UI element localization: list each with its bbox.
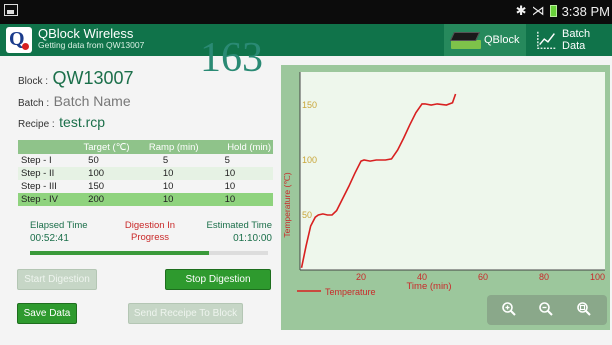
temperature-chart-panel: 50 100 150 20 40 60 80 100 Time (min) Temperat… [281,65,610,330]
recipe-value: test.rcp [59,114,106,130]
table-row: Step - I 50 5 5 [18,154,273,167]
step-hold: 10 [208,193,273,206]
step-name: Step - IV [18,193,75,206]
step-target: 200 [74,193,139,206]
bluetooth-icon: ✱ [515,3,527,18]
x-tick-label: 60 [478,272,488,282]
status-icons: ✱ ⋊ 3:38 PM [516,3,610,19]
digestion-progress-bar [30,251,268,255]
step-hold: 10 [224,181,236,192]
stop-digestion-button[interactable]: Stop Digestion [165,269,271,290]
temperature-chart[interactable]: 50100150 20 40 60 80 100 Time (min) Temperat… [281,65,610,330]
y-axis-label: Temperature (℃) [282,172,292,237]
step-target: 50 [88,155,99,166]
tab-qblock-label: QBlock [484,34,520,46]
recipe-steps-table: Target (℃) Ramp (min) Hold (min) Step - … [18,140,273,206]
digestion-progress-fill [30,251,209,255]
estimated-time-label: Estimated Time [206,220,272,231]
qblock-logo-icon: Q [6,27,32,53]
step-hold: 5 [224,155,230,166]
table-row-active: Step - IV 200 10 10 [18,193,273,206]
y-tick-label: 50 [302,210,312,220]
y-tick-label: 150 [302,100,317,110]
save-data-button[interactable]: Save Data [17,303,77,324]
signal-icon: ⋊ [531,3,545,18]
zoom-reset-button[interactable] [572,297,596,321]
step-hold: 10 [208,167,273,180]
start-digestion-button[interactable]: Start Digestion [17,269,97,290]
elapsed-time-value: 00:52:41 [30,233,69,244]
zoom-reset-icon [577,302,591,316]
qblock-device-icon [449,30,482,50]
current-temperature-readout: 163 [200,35,263,81]
step-name: Step - III [21,181,57,192]
table-row: Step - II 100 10 10 [18,167,273,180]
zoom-out-button[interactable] [534,297,558,321]
tab-batch-data-label: Batch Data [562,28,591,52]
batch-info: Batch : Batch Name [18,93,131,111]
digestion-status-line2: Progress [130,232,169,243]
x-axis-label: Time (min) [406,281,451,292]
digestion-status: Digestion In Progress [110,220,190,244]
app-title: QBlock Wireless [38,26,134,41]
block-info: Block : QW13007 [18,68,134,89]
clock: 3:38 PM [561,3,610,19]
battery-icon [549,5,557,17]
tab-batch-data[interactable]: Batch Data [532,24,612,56]
x-tick-label: 80 [539,272,549,282]
send-recipe-to-block-button[interactable]: Send Receipe To Block [128,303,243,324]
batch-value: Batch Name [53,93,131,109]
y-tick-label: 100 [302,155,317,165]
step-name: Step - I [21,155,52,166]
step-target: 150 [88,181,105,192]
batch-label: Batch : [18,98,50,109]
recipe-info: Recipe : test.rcp [18,114,105,132]
x-tick-label: 100 [590,272,605,282]
gallery-icon [4,4,18,16]
digestion-status-line1: Digestion In [124,220,176,231]
x-tick-label: 20 [356,272,366,282]
column-header-ramp: Ramp (min) [138,140,209,154]
table-header-row: Target (℃) Ramp (min) Hold (min) [18,140,273,154]
column-header-step [18,140,75,154]
block-label: Block : [18,76,49,87]
step-ramp: 5 [162,155,169,166]
step-ramp: 10 [162,181,174,192]
step-ramp: 10 [138,193,209,206]
step-ramp: 10 [138,167,209,180]
tab-qblock[interactable]: QBlock [444,24,526,56]
column-header-hold: Hold (min) [208,140,273,154]
app-subtitle: Getting data from QW13007 [38,40,145,50]
legend-label: Temperature [325,287,376,297]
zoom-in-icon [502,302,516,316]
recipe-label: Recipe : [18,119,55,130]
block-value: QW13007 [52,68,134,88]
step-target: 100 [74,167,139,180]
table-row: Step - III 150 10 10 [18,180,273,193]
elapsed-time-label: Elapsed Time [30,220,88,231]
status-bar: ✱ ⋊ 3:38 PM [0,0,612,24]
column-header-target: Target (℃) [74,140,139,154]
line-chart-icon [537,31,557,49]
step-name: Step - II [18,167,75,180]
zoom-out-icon [539,302,553,316]
estimated-time-value: 01:10:00 [233,233,272,244]
zoom-in-button[interactable] [497,297,521,321]
